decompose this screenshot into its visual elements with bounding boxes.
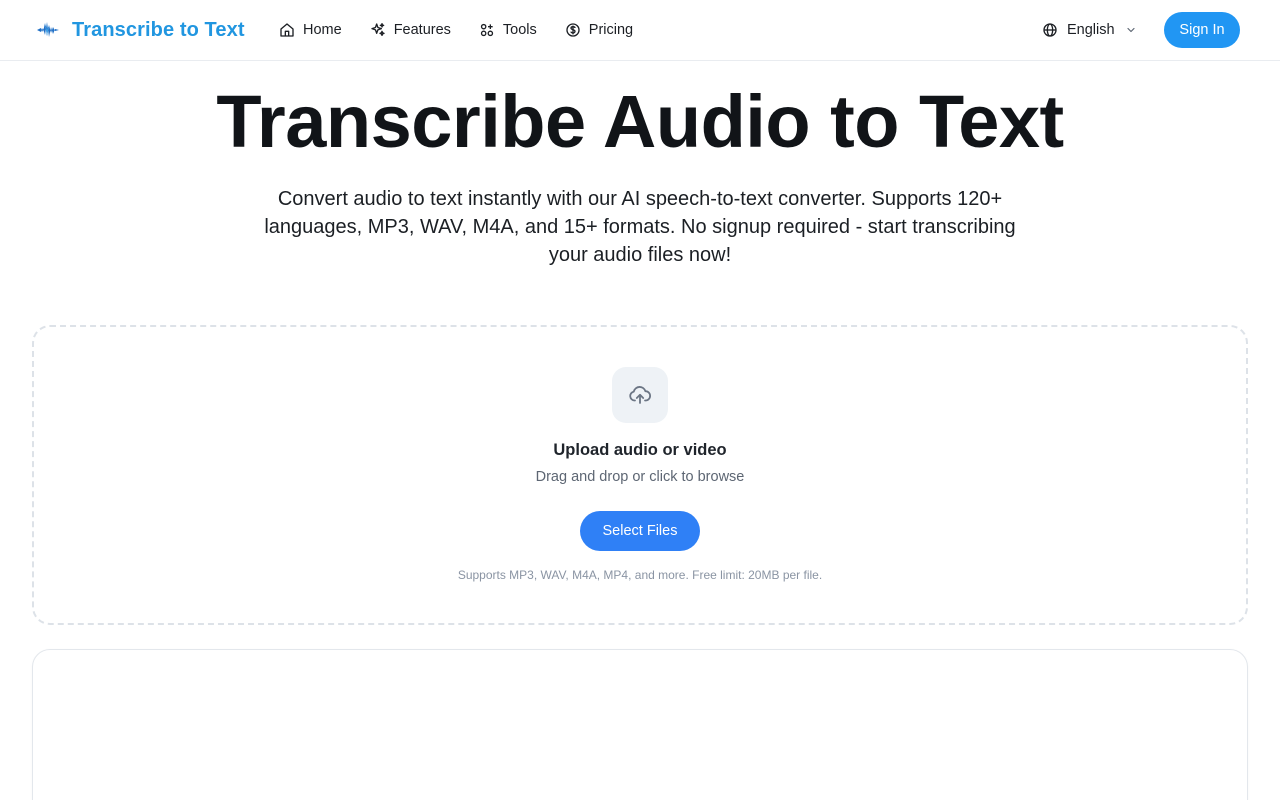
hero-subtitle: Convert audio to text instantly with our… <box>264 188 1016 266</box>
nav-home[interactable]: Home <box>279 22 342 38</box>
upload-hint: Drag and drop or click to browse <box>535 469 745 485</box>
main-nav: Home Features Tools Pricing <box>279 19 661 41</box>
nav-home-label: Home <box>303 22 342 38</box>
nav-pricing[interactable]: Pricing <box>565 22 633 38</box>
brand-link[interactable]: Transcribe to Text <box>36 17 245 43</box>
nav-pricing-label: Pricing <box>588 22 634 38</box>
upload-dropzone[interactable]: Upload audio or video Drag and drop or c… <box>32 325 1248 625</box>
language-selector[interactable]: English <box>1042 19 1137 41</box>
home-icon <box>280 23 294 37</box>
upload-cloud-icon <box>612 367 668 423</box>
results-panel <box>32 649 1248 800</box>
tools-icon <box>480 23 494 37</box>
globe-icon <box>1043 23 1057 37</box>
sign-in-button[interactable]: Sign In <box>1164 12 1240 48</box>
nav-tools-label: Tools <box>502 22 537 38</box>
chevron-down-icon <box>1126 27 1135 33</box>
language-label: English <box>1067 22 1115 38</box>
upload-format-note: Supports MP3, WAV, M4A, MP4, and more. F… <box>457 568 823 582</box>
dollar-circle-icon <box>566 23 580 37</box>
sparkles-icon <box>371 23 385 36</box>
top-navbar: Transcribe to Text Home Features Tools P… <box>0 0 1280 61</box>
page-title: Transcribe Audio to Text <box>216 80 1064 163</box>
nav-features-label: Features <box>393 22 451 38</box>
sound-wave-logo-icon <box>36 18 60 42</box>
brand-name: Transcribe to Text <box>72 18 245 41</box>
nav-features[interactable]: Features <box>370 22 451 38</box>
upload-title: Upload audio or video <box>553 441 727 459</box>
select-files-button[interactable]: Select Files <box>580 511 700 551</box>
nav-tools[interactable]: Tools <box>479 22 537 38</box>
